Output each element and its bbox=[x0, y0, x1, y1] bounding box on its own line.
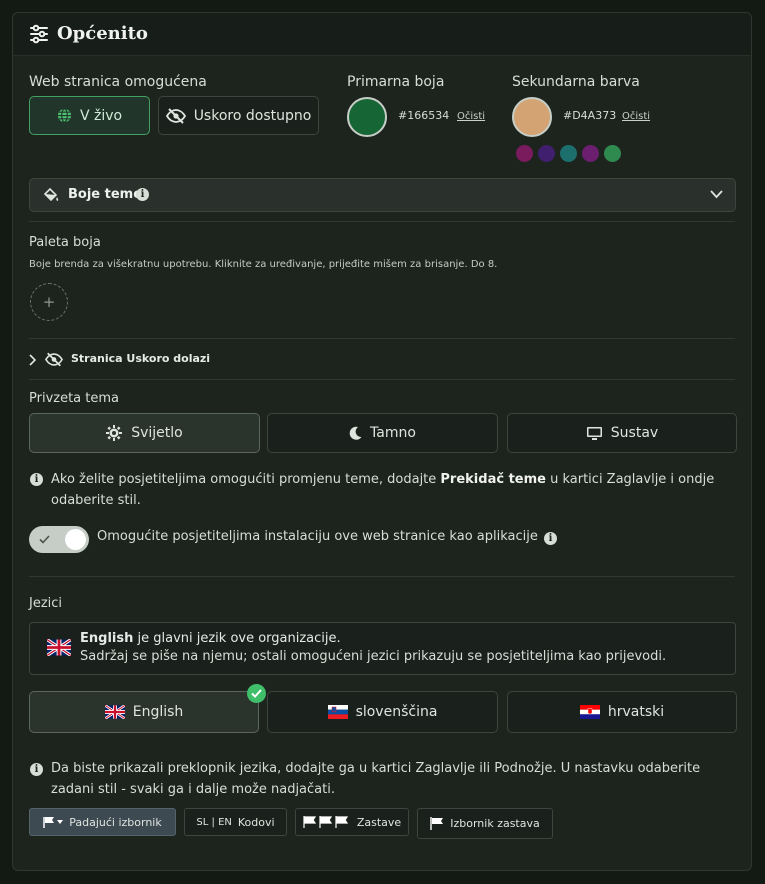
theme-option-light[interactable]: Svijetlo bbox=[29, 413, 260, 453]
uk-flag-icon bbox=[47, 639, 71, 656]
language-english[interactable]: English bbox=[29, 691, 259, 733]
style-flag-menu-button[interactable]: Izbornik zastava bbox=[417, 808, 553, 839]
palette-description: Boje brenda za višekratnu upotrebu. Klik… bbox=[29, 259, 498, 270]
website-enabled-label: Web stranica omogućena bbox=[29, 74, 207, 90]
primary-color-label: Primarna boja bbox=[347, 74, 445, 90]
preset-color-swatch[interactable] bbox=[516, 145, 533, 162]
selected-check-badge bbox=[247, 684, 266, 703]
chevron-right-icon bbox=[29, 354, 37, 366]
style-dropdown-button[interactable]: Padajući izbornik bbox=[29, 808, 176, 836]
install-app-label: Omogućite posjetiteljima instalaciju ove… bbox=[97, 529, 538, 544]
theme-info-text: Ako želite posjetiteljima omogućiti prom… bbox=[51, 472, 441, 487]
live-button[interactable]: V živo bbox=[29, 96, 150, 135]
secondary-clear-link[interactable]: Očisti bbox=[622, 111, 650, 122]
slovenia-flag-icon bbox=[327, 705, 348, 719]
theme-option-system-label: Sustav bbox=[610, 425, 659, 441]
divider bbox=[29, 338, 735, 339]
style-codes-prefix: SL | EN bbox=[196, 816, 232, 828]
general-settings-panel: Općenito Web stranica omogućena V živo U… bbox=[12, 12, 752, 871]
palette-label: Paleta boja bbox=[29, 235, 101, 250]
main-language-card: English je glavni jezik ove organizacije… bbox=[29, 622, 736, 675]
primary-color-swatch[interactable] bbox=[347, 97, 387, 137]
add-palette-color-button[interactable]: + bbox=[30, 283, 68, 321]
divider bbox=[29, 379, 735, 380]
preset-color-swatch[interactable] bbox=[604, 145, 621, 162]
style-dropdown-label: Padajući izbornik bbox=[69, 815, 162, 829]
language-croatian[interactable]: hrvatski bbox=[507, 691, 737, 733]
flag-icon bbox=[430, 817, 444, 830]
toggle-knob bbox=[65, 529, 86, 550]
install-app-toggle[interactable] bbox=[29, 526, 89, 553]
eye-slash-icon bbox=[165, 107, 186, 124]
check-icon bbox=[39, 535, 50, 544]
theme-option-dark-label: Tamno bbox=[370, 425, 416, 441]
info-icon: i bbox=[30, 473, 43, 486]
sliders-icon bbox=[30, 24, 48, 44]
info-icon[interactable]: i bbox=[544, 532, 557, 545]
language-switcher-info: Da biste prikazali preklopnik jezika, do… bbox=[51, 761, 701, 797]
style-flags-button[interactable]: Zastave bbox=[295, 808, 409, 836]
main-language-text: English je glavni jezik ove organizacije… bbox=[80, 631, 341, 646]
theme-colors-label: Boje teme bbox=[68, 187, 143, 202]
divider bbox=[29, 576, 735, 577]
main-language-subtext: Sadržaj se piše na njemu; ostali omoguće… bbox=[80, 649, 667, 664]
primary-clear-link[interactable]: Očisti bbox=[457, 111, 485, 122]
secondary-color-swatch[interactable] bbox=[512, 97, 552, 137]
flag-dropdown-icon bbox=[43, 817, 64, 828]
globe-icon bbox=[57, 108, 71, 123]
panel-header: Općenito bbox=[13, 13, 751, 56]
moon-icon bbox=[349, 426, 362, 440]
theme-colors-accordion[interactable]: Boje teme i bbox=[29, 178, 736, 212]
style-codes-button[interactable]: SL | EN Kodovi bbox=[184, 808, 287, 836]
check-icon bbox=[251, 689, 262, 698]
uk-flag-icon bbox=[104, 705, 125, 719]
page-title: Općenito bbox=[57, 23, 148, 44]
theme-switch-info: Ako želite posjetiteljima omogućiti prom… bbox=[51, 469, 731, 511]
chevron-down-icon bbox=[710, 190, 723, 199]
coming-soon-label: Uskoro dostupno bbox=[193, 107, 312, 124]
style-flags-label: Zastave bbox=[356, 815, 402, 829]
theme-option-light-label: Svijetlo bbox=[131, 425, 183, 441]
coming-soon-button[interactable]: Uskoro dostupno bbox=[158, 96, 319, 135]
croatia-flag-icon bbox=[579, 705, 600, 719]
main-language-name: English bbox=[80, 631, 134, 646]
style-flag-menu-label: Izbornik zastava bbox=[450, 817, 540, 830]
preset-color-swatch[interactable] bbox=[538, 145, 555, 162]
live-label: V živo bbox=[79, 107, 123, 124]
preset-color-swatch[interactable] bbox=[582, 145, 599, 162]
secondary-color-hex[interactable]: #D4A373 bbox=[563, 109, 616, 122]
coming-soon-page-toggle[interactable]: Stranica Uskoro dolazi bbox=[29, 350, 429, 370]
monitor-icon bbox=[586, 426, 602, 440]
language-slovenian[interactable]: slovenščina bbox=[267, 691, 498, 733]
default-theme-label: Privzeta tema bbox=[29, 391, 120, 406]
theme-option-system[interactable]: Sustav bbox=[507, 413, 737, 453]
language-english-label: English bbox=[132, 704, 184, 720]
eye-slash-icon bbox=[45, 352, 63, 367]
info-icon: i bbox=[30, 763, 43, 776]
language-slovenian-label: slovenščina bbox=[355, 704, 438, 720]
paint-bucket-icon bbox=[43, 187, 59, 202]
flags-icon bbox=[303, 816, 348, 828]
theme-option-dark[interactable]: Tamno bbox=[267, 413, 498, 453]
preset-color-swatch[interactable] bbox=[560, 145, 577, 162]
info-icon: i bbox=[136, 188, 149, 201]
coming-soon-page-label: Stranica Uskoro dolazi bbox=[71, 352, 211, 365]
primary-color-hex[interactable]: #166534 bbox=[398, 109, 449, 122]
theme-switcher-name: Prekidač teme bbox=[440, 472, 546, 487]
secondary-color-label: Sekundarna barva bbox=[512, 74, 640, 90]
language-croatian-label: hrvatski bbox=[607, 704, 665, 720]
divider bbox=[29, 221, 735, 222]
sun-gear-icon bbox=[106, 425, 123, 441]
style-codes-label: Kodovi bbox=[237, 815, 275, 829]
main-language-rest: je glavni jezik ove organizacije. bbox=[133, 631, 341, 646]
languages-label: Jezici bbox=[29, 596, 63, 611]
